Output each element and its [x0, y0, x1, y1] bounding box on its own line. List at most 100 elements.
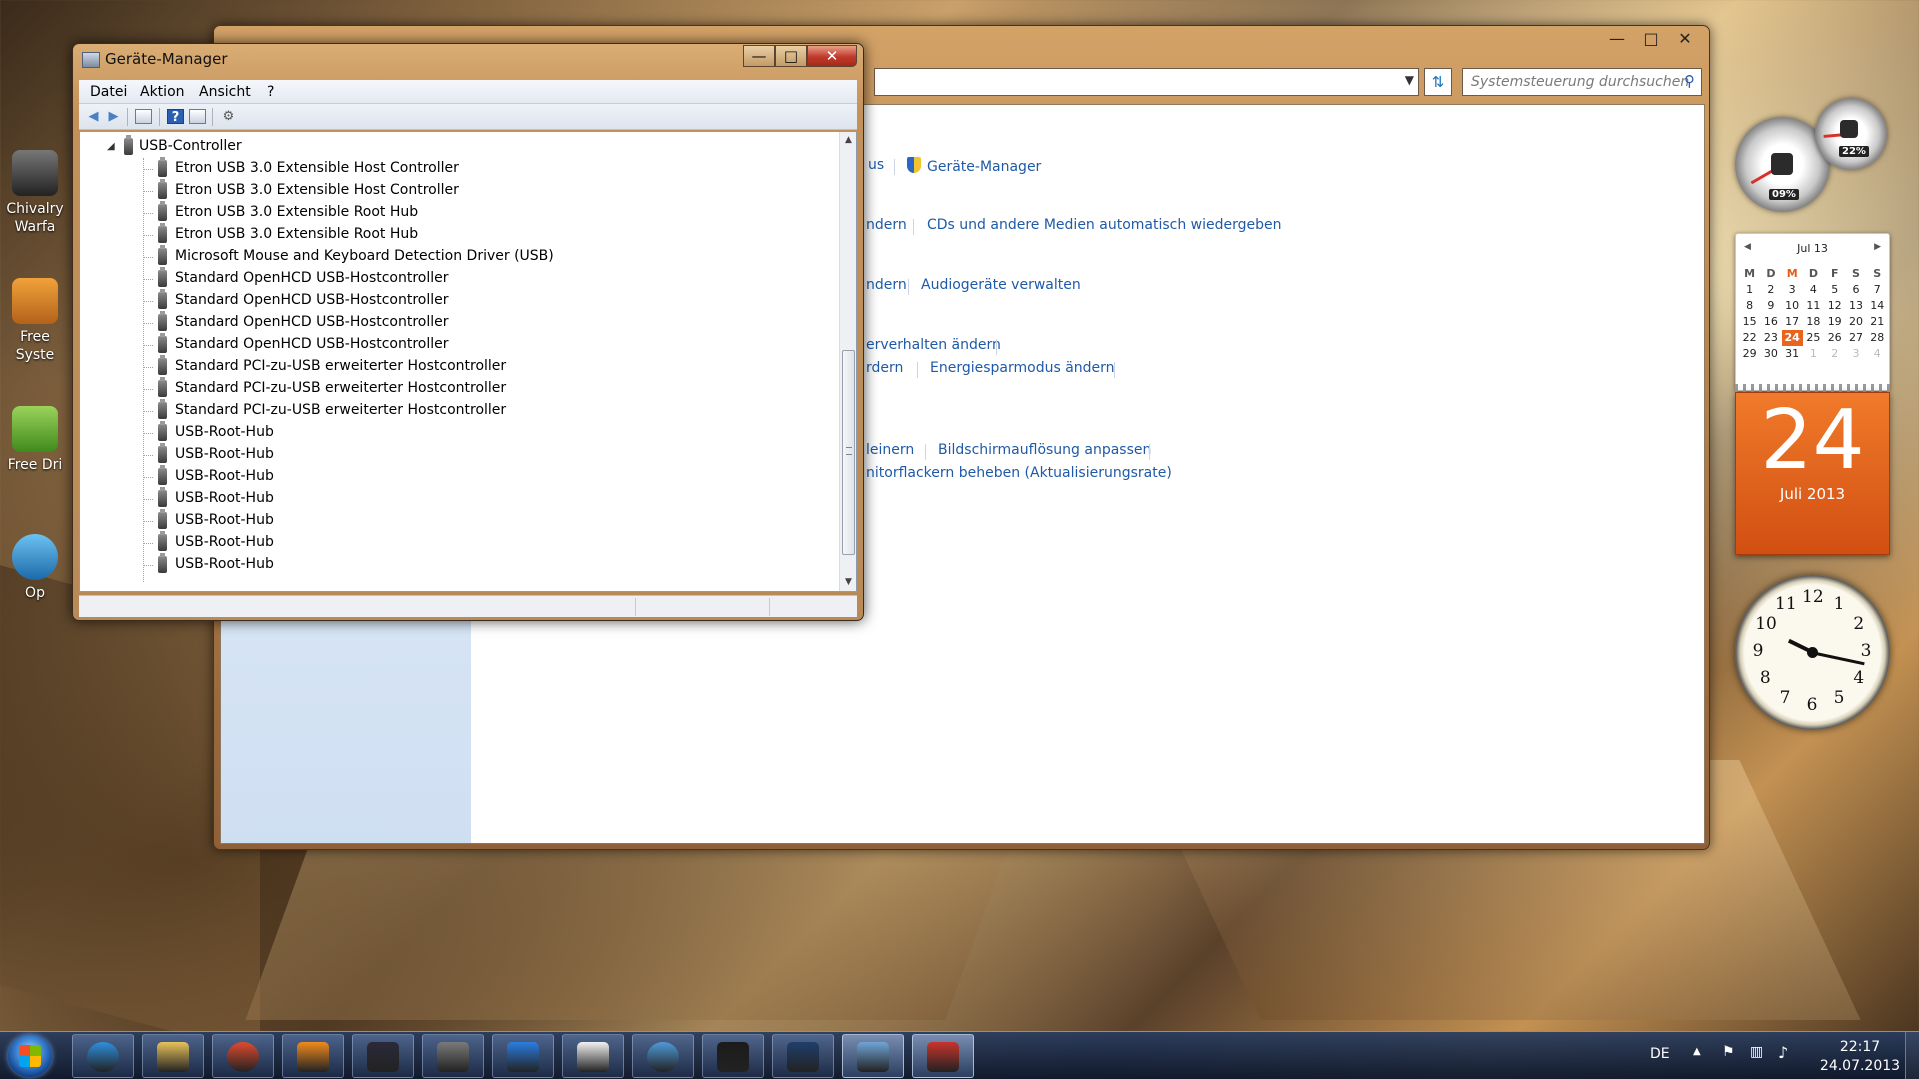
- action-center-flag-icon[interactable]: ⚑: [1722, 1044, 1735, 1060]
- calendar-day[interactable]: 8: [1739, 298, 1760, 314]
- taskbar-app-wing-app[interactable]: [422, 1034, 484, 1078]
- search-input[interactable]: Systemsteuerung durchsuchen ⚲: [1462, 68, 1702, 96]
- calendar-day[interactable]: 15: [1739, 314, 1760, 330]
- show-desktop-button[interactable]: [1905, 1032, 1919, 1079]
- calendar-day[interactable]: 13: [1845, 298, 1866, 314]
- network-icon[interactable]: ▥: [1750, 1044, 1763, 1060]
- calendar-day[interactable]: 11: [1803, 298, 1824, 314]
- device-manager-link[interactable]: Geräte-Manager: [907, 157, 1041, 175]
- scrollbar-thumb[interactable]: [842, 350, 855, 555]
- calendar-day[interactable]: 4: [1803, 282, 1824, 298]
- menu-datei[interactable]: Datei: [90, 84, 127, 100]
- calendar-day[interactable]: 30: [1760, 346, 1781, 362]
- calendar-day[interactable]: 9: [1760, 298, 1781, 314]
- taskbar-app-lightning-app[interactable]: [492, 1034, 554, 1078]
- language-indicator[interactable]: DE: [1650, 1046, 1670, 1062]
- link-fragment[interactable]: ndern: [866, 277, 907, 293]
- taskbar-app-game-launcher[interactable]: [352, 1034, 414, 1078]
- calendar-day[interactable]: 6: [1845, 282, 1866, 298]
- calendar-gadget[interactable]: ◀ Jul 13 ▶ M D M D F S S 1 2 3 4 5 6 7 8 9 10 11 12 13 14 15 1…: [1735, 233, 1890, 391]
- desktop-icon-free-system[interactable]: Free Syste: [0, 278, 70, 364]
- calendar-day[interactable]: 2: [1760, 282, 1781, 298]
- vertical-scrollbar[interactable]: ▲ ▼: [839, 132, 856, 591]
- calendar-day[interactable]: 26: [1824, 330, 1845, 346]
- audio-devices-link[interactable]: Audiogeräte verwalten: [921, 277, 1081, 293]
- calendar-day[interactable]: 14: [1867, 298, 1888, 314]
- scan-hardware-icon[interactable]: ⚙: [220, 109, 237, 124]
- calendar-day[interactable]: 20: [1845, 314, 1866, 330]
- calendar-day[interactable]: 21: [1867, 314, 1888, 330]
- close-button[interactable]: ✕: [1669, 28, 1701, 50]
- forward-arrow-icon[interactable]: ▶: [105, 109, 122, 124]
- energy-saving-link[interactable]: Energiesparmodus ändern: [930, 360, 1115, 376]
- calendar-day[interactable]: 12: [1824, 298, 1845, 314]
- taskbar-app-steam[interactable]: [702, 1034, 764, 1078]
- next-month-icon[interactable]: ▶: [1874, 242, 1881, 252]
- date-gadget[interactable]: 24 Juli 2013: [1735, 392, 1890, 555]
- taskbar-app-calculator[interactable]: [562, 1034, 624, 1078]
- volume-icon[interactable]: ♪: [1778, 1043, 1788, 1062]
- calendar-day[interactable]: 29: [1739, 346, 1760, 362]
- view-icon[interactable]: [189, 109, 206, 124]
- minimize-button[interactable]: —: [743, 45, 775, 67]
- calendar-day[interactable]: 27: [1845, 330, 1866, 346]
- calendar-day[interactable]: 10: [1782, 298, 1803, 314]
- previous-month-icon[interactable]: ◀: [1744, 242, 1751, 252]
- desktop-icon-free-driver[interactable]: Free Dri: [0, 406, 70, 474]
- expand-arrow-icon[interactable]: ◢: [107, 141, 115, 152]
- taskbar-app-uplay[interactable]: [632, 1034, 694, 1078]
- taskbar-app-control-panel[interactable]: [842, 1034, 904, 1078]
- link-fragment[interactable]: erverhalten ändern: [866, 337, 1001, 353]
- calendar-day[interactable]: 18: [1803, 314, 1824, 330]
- calendar-day[interactable]: 3: [1845, 346, 1866, 362]
- memory-gauge-gadget[interactable]: 22%: [1815, 98, 1887, 170]
- maximize-button[interactable]: □: [775, 45, 807, 67]
- calendar-day[interactable]: 17: [1782, 314, 1803, 330]
- calendar-day[interactable]: 23: [1760, 330, 1781, 346]
- calendar-day[interactable]: 5: [1824, 282, 1845, 298]
- calendar-day[interactable]: 19: [1824, 314, 1845, 330]
- close-button[interactable]: ✕: [807, 45, 857, 67]
- monitor-flicker-link[interactable]: nitorflackern beheben (Aktualisierungsra…: [866, 465, 1172, 481]
- clock-gadget[interactable]: 12 1 2 3 4 5 6 7 8 9 10 11: [1735, 575, 1890, 730]
- calendar-day[interactable]: 22: [1739, 330, 1760, 346]
- address-bar[interactable]: ▼: [874, 68, 1419, 96]
- calendar-day[interactable]: 7: [1867, 282, 1888, 298]
- desktop-icon-chivalry[interactable]: Chivalry Warfa: [0, 150, 70, 236]
- calendar-day[interactable]: 2: [1824, 346, 1845, 362]
- scroll-down-icon[interactable]: ▼: [840, 574, 856, 591]
- calendar-day[interactable]: 1: [1803, 346, 1824, 362]
- help-icon[interactable]: ?: [167, 109, 184, 125]
- taskbar-app-file-explorer[interactable]: [142, 1034, 204, 1078]
- autoplay-link[interactable]: CDs und andere Medien automatisch wieder…: [927, 217, 1282, 233]
- desktop-icon-op[interactable]: Op: [0, 534, 70, 602]
- chevron-down-icon[interactable]: ▼: [1405, 73, 1414, 87]
- taskbar-app-sync-app[interactable]: [772, 1034, 834, 1078]
- link-fragment[interactable]: rdern: [866, 360, 903, 376]
- calendar-day[interactable]: 25: [1803, 330, 1824, 346]
- calendar-day[interactable]: 28: [1867, 330, 1888, 346]
- menu-ansicht[interactable]: Ansicht: [199, 84, 251, 100]
- back-arrow-icon[interactable]: ◀: [85, 109, 102, 124]
- maximize-button[interactable]: □: [1635, 28, 1667, 50]
- link-fragment[interactable]: leinern: [866, 442, 914, 458]
- link-fragment[interactable]: ndern: [866, 217, 907, 233]
- taskbar-clock[interactable]: 22:17 24.07.2013: [1815, 1038, 1905, 1076]
- minimize-button[interactable]: —: [1601, 28, 1633, 50]
- calendar-day[interactable]: 31: [1782, 346, 1803, 362]
- taskbar-app-media-player[interactable]: [282, 1034, 344, 1078]
- search-icon[interactable]: ⚲: [1684, 72, 1695, 90]
- device-manager-window[interactable]: Geräte-Manager — □ ✕ Datei Aktion Ansich…: [72, 43, 864, 621]
- menu-aktion[interactable]: Aktion: [140, 84, 185, 100]
- link-fragment[interactable]: us: [868, 157, 884, 173]
- refresh-button[interactable]: ⇅: [1424, 68, 1452, 96]
- calendar-day[interactable]: 4: [1867, 346, 1888, 362]
- taskbar-app-chrome[interactable]: [212, 1034, 274, 1078]
- calendar-day[interactable]: 16: [1760, 314, 1781, 330]
- scroll-up-icon[interactable]: ▲: [840, 132, 856, 149]
- calendar-day[interactable]: 3: [1782, 282, 1803, 298]
- taskbar-app-toolbox[interactable]: [912, 1034, 974, 1078]
- taskbar-app-internet-explorer[interactable]: [72, 1034, 134, 1078]
- device-tree[interactable]: ◢ USB-Controller Etron USB 3.0 Extensible …: [79, 131, 857, 592]
- properties-icon[interactable]: [135, 109, 152, 124]
